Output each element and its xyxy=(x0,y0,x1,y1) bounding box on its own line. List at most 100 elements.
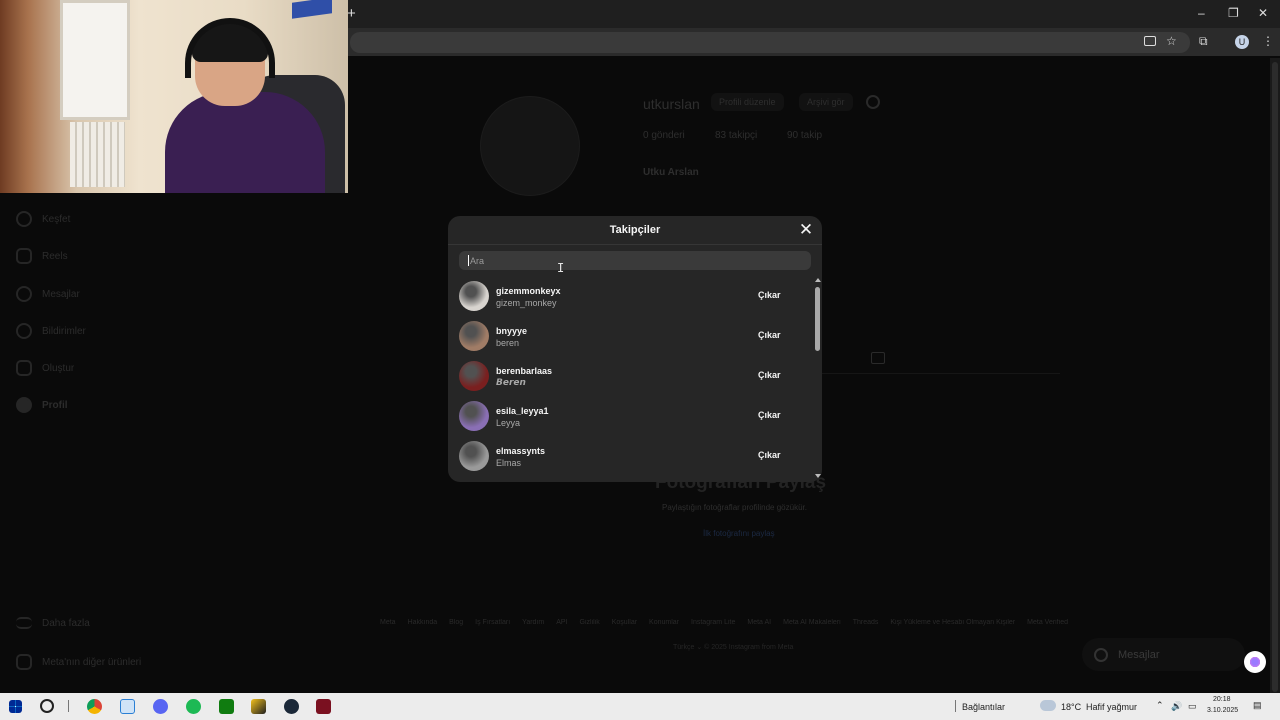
xbox-icon[interactable] xyxy=(219,699,234,714)
follower-username[interactable]: esila_leyya1 xyxy=(496,406,549,416)
list-item[interactable]: gizemmonkeyx gizem_monkey Çıkar xyxy=(448,276,814,316)
followers-modal: Takipçiler ✕ gizemmonkeyx gizem_monkey Ç… xyxy=(448,216,822,482)
install-icon[interactable] xyxy=(1144,36,1156,46)
network-icon[interactable]: ▭ xyxy=(1188,701,1197,712)
chrome-icon[interactable] xyxy=(87,699,102,714)
scroll-down-arrow-icon[interactable] xyxy=(815,474,821,478)
profile-avatar[interactable]: U xyxy=(1235,35,1249,49)
remove-follower-button[interactable]: Çıkar xyxy=(758,330,781,340)
close-icon[interactable]: ✕ xyxy=(797,220,815,240)
close-window-button[interactable]: ✕ xyxy=(1258,6,1268,20)
footer-link[interactable]: Meta AI Makaleleri xyxy=(783,619,841,626)
sidebar-item-explore[interactable]: Keşfet xyxy=(16,211,70,227)
footer-link[interactable]: Kişi Yükleme ve Hesabı Olmayan Kişiler xyxy=(890,619,1015,626)
weather-condition[interactable]: Hafif yağmur xyxy=(1086,702,1137,712)
follower-username[interactable]: bnyyye xyxy=(496,326,527,336)
follower-name: Elmas xyxy=(496,458,522,468)
sidebar-item-create[interactable]: Oluştur xyxy=(16,360,74,376)
volume-icon[interactable]: 🔊 xyxy=(1171,701,1182,712)
footer-link[interactable]: Koşullar xyxy=(612,619,637,626)
remove-follower-button[interactable]: Çıkar xyxy=(758,290,781,300)
settings-gear-icon[interactable] xyxy=(866,95,880,109)
sidebar-item-profile[interactable]: Profil xyxy=(16,397,68,413)
clock-time[interactable]: 20:18 xyxy=(1213,696,1231,703)
vpn-icon[interactable] xyxy=(120,699,135,714)
plus-square-icon xyxy=(16,360,32,376)
sidebar-item-messages[interactable]: Mesajlar xyxy=(16,286,80,302)
new-tab-button[interactable]: + xyxy=(347,5,356,22)
tagged-tab-icon[interactable] xyxy=(871,352,885,364)
heart-icon xyxy=(16,323,32,339)
search-icon[interactable] xyxy=(40,699,54,713)
profile-full-name: Utku Arslan xyxy=(643,167,699,178)
footer-link[interactable]: İş Fırsatları xyxy=(475,619,510,626)
avatar[interactable] xyxy=(459,401,489,431)
remove-follower-button[interactable]: Çıkar xyxy=(758,410,781,420)
chevron-up-icon[interactable]: ⌃ xyxy=(1156,700,1164,711)
windows-start-icon[interactable] xyxy=(9,700,22,713)
text-caret xyxy=(468,255,469,266)
notifications-icon[interactable]: ▤ xyxy=(1253,700,1262,711)
followers-scrollbar[interactable] xyxy=(814,278,822,482)
followers-count[interactable]: 83 takipçi xyxy=(715,130,757,141)
footer-link[interactable]: Konumlar xyxy=(649,619,679,626)
menu-icon[interactable]: ⋮ xyxy=(1262,34,1274,48)
profile-username: utkurslan xyxy=(643,96,700,112)
steam-icon[interactable] xyxy=(284,699,299,714)
avatar[interactable] xyxy=(459,361,489,391)
sidebar-more[interactable]: Daha fazla xyxy=(16,617,90,629)
share-first-photo-link[interactable]: İlk fotoğrafını paylaş xyxy=(703,529,775,538)
footer-link[interactable]: Gizlilik xyxy=(580,619,600,626)
footer-link[interactable]: Meta xyxy=(380,619,396,626)
search-input[interactable] xyxy=(459,251,811,271)
avatar[interactable] xyxy=(459,281,489,311)
footer-link[interactable]: Hakkında xyxy=(408,619,438,626)
footer-link[interactable]: Meta Verified xyxy=(1027,619,1068,626)
scroll-up-arrow-icon[interactable] xyxy=(815,278,821,282)
footer-link[interactable]: Instagram Lite xyxy=(691,619,735,626)
remove-follower-button[interactable]: Çıkar xyxy=(758,370,781,380)
star-icon[interactable]: ☆ xyxy=(1166,34,1177,48)
webcam-overlay xyxy=(0,0,348,193)
address-bar[interactable] xyxy=(350,32,1190,53)
messenger-icon xyxy=(1094,647,1108,662)
footer-link[interactable]: Blog xyxy=(449,619,463,626)
list-item[interactable]: esila_leyya1 Leyya Çıkar xyxy=(448,396,814,436)
connections-label[interactable]: Bağlantılar xyxy=(962,702,1005,712)
view-archive-button[interactable]: Arşivi gör xyxy=(799,93,853,111)
footer-link[interactable]: API xyxy=(556,619,567,626)
sidebar-meta-products[interactable]: Meta'nın diğer ürünleri xyxy=(16,654,141,670)
restore-button[interactable]: ❐ xyxy=(1228,6,1239,20)
list-item[interactable]: bnyyye beren Çıkar xyxy=(448,316,814,356)
messages-pill-button[interactable]: Mesajlar xyxy=(1082,638,1245,671)
list-item[interactable]: elmassynts Elmas Çıkar xyxy=(448,436,814,476)
footer-link[interactable]: Yardım xyxy=(522,619,544,626)
list-item[interactable]: berenbarlaas 𝘽𝙚𝙧𝙚𝙣 Çıkar xyxy=(448,356,814,396)
edit-profile-button[interactable]: Profili düzenle xyxy=(711,93,784,111)
following-count[interactable]: 90 takip xyxy=(787,130,822,141)
avatar[interactable] xyxy=(459,321,489,351)
discord-icon[interactable] xyxy=(153,699,168,714)
follower-username[interactable]: berenbarlaas xyxy=(496,366,552,376)
sidebar-item-notifications[interactable]: Bildirimler xyxy=(16,323,86,339)
avatar[interactable] xyxy=(459,441,489,471)
app-icon[interactable] xyxy=(316,699,331,714)
remove-follower-button[interactable]: Çıkar xyxy=(758,450,781,460)
clock-date[interactable]: 3.10.2025 xyxy=(1207,707,1238,714)
page-scrollbar-thumb[interactable] xyxy=(1272,62,1278,692)
weather-cloud-icon[interactable] xyxy=(1040,700,1056,711)
temperature[interactable]: 18°C xyxy=(1061,702,1081,712)
search-box[interactable] xyxy=(459,251,811,271)
sidebar-item-label: Oluştur xyxy=(42,362,75,374)
meta-ai-button[interactable] xyxy=(1244,651,1266,673)
extensions-icon[interactable]: ⧉ xyxy=(1199,34,1208,49)
follower-username[interactable]: elmassynts xyxy=(496,446,545,456)
spotify-icon[interactable] xyxy=(186,699,201,714)
minimize-button[interactable]: – xyxy=(1198,6,1205,20)
sidebar-item-reels[interactable]: Reels xyxy=(16,248,68,264)
scrollbar-thumb[interactable] xyxy=(815,287,820,351)
footer-link[interactable]: Threads xyxy=(853,619,879,626)
follower-username[interactable]: gizemmonkeyx xyxy=(496,286,561,296)
footer-link[interactable]: Meta AI xyxy=(747,619,771,626)
valorant-icon[interactable] xyxy=(251,699,266,714)
